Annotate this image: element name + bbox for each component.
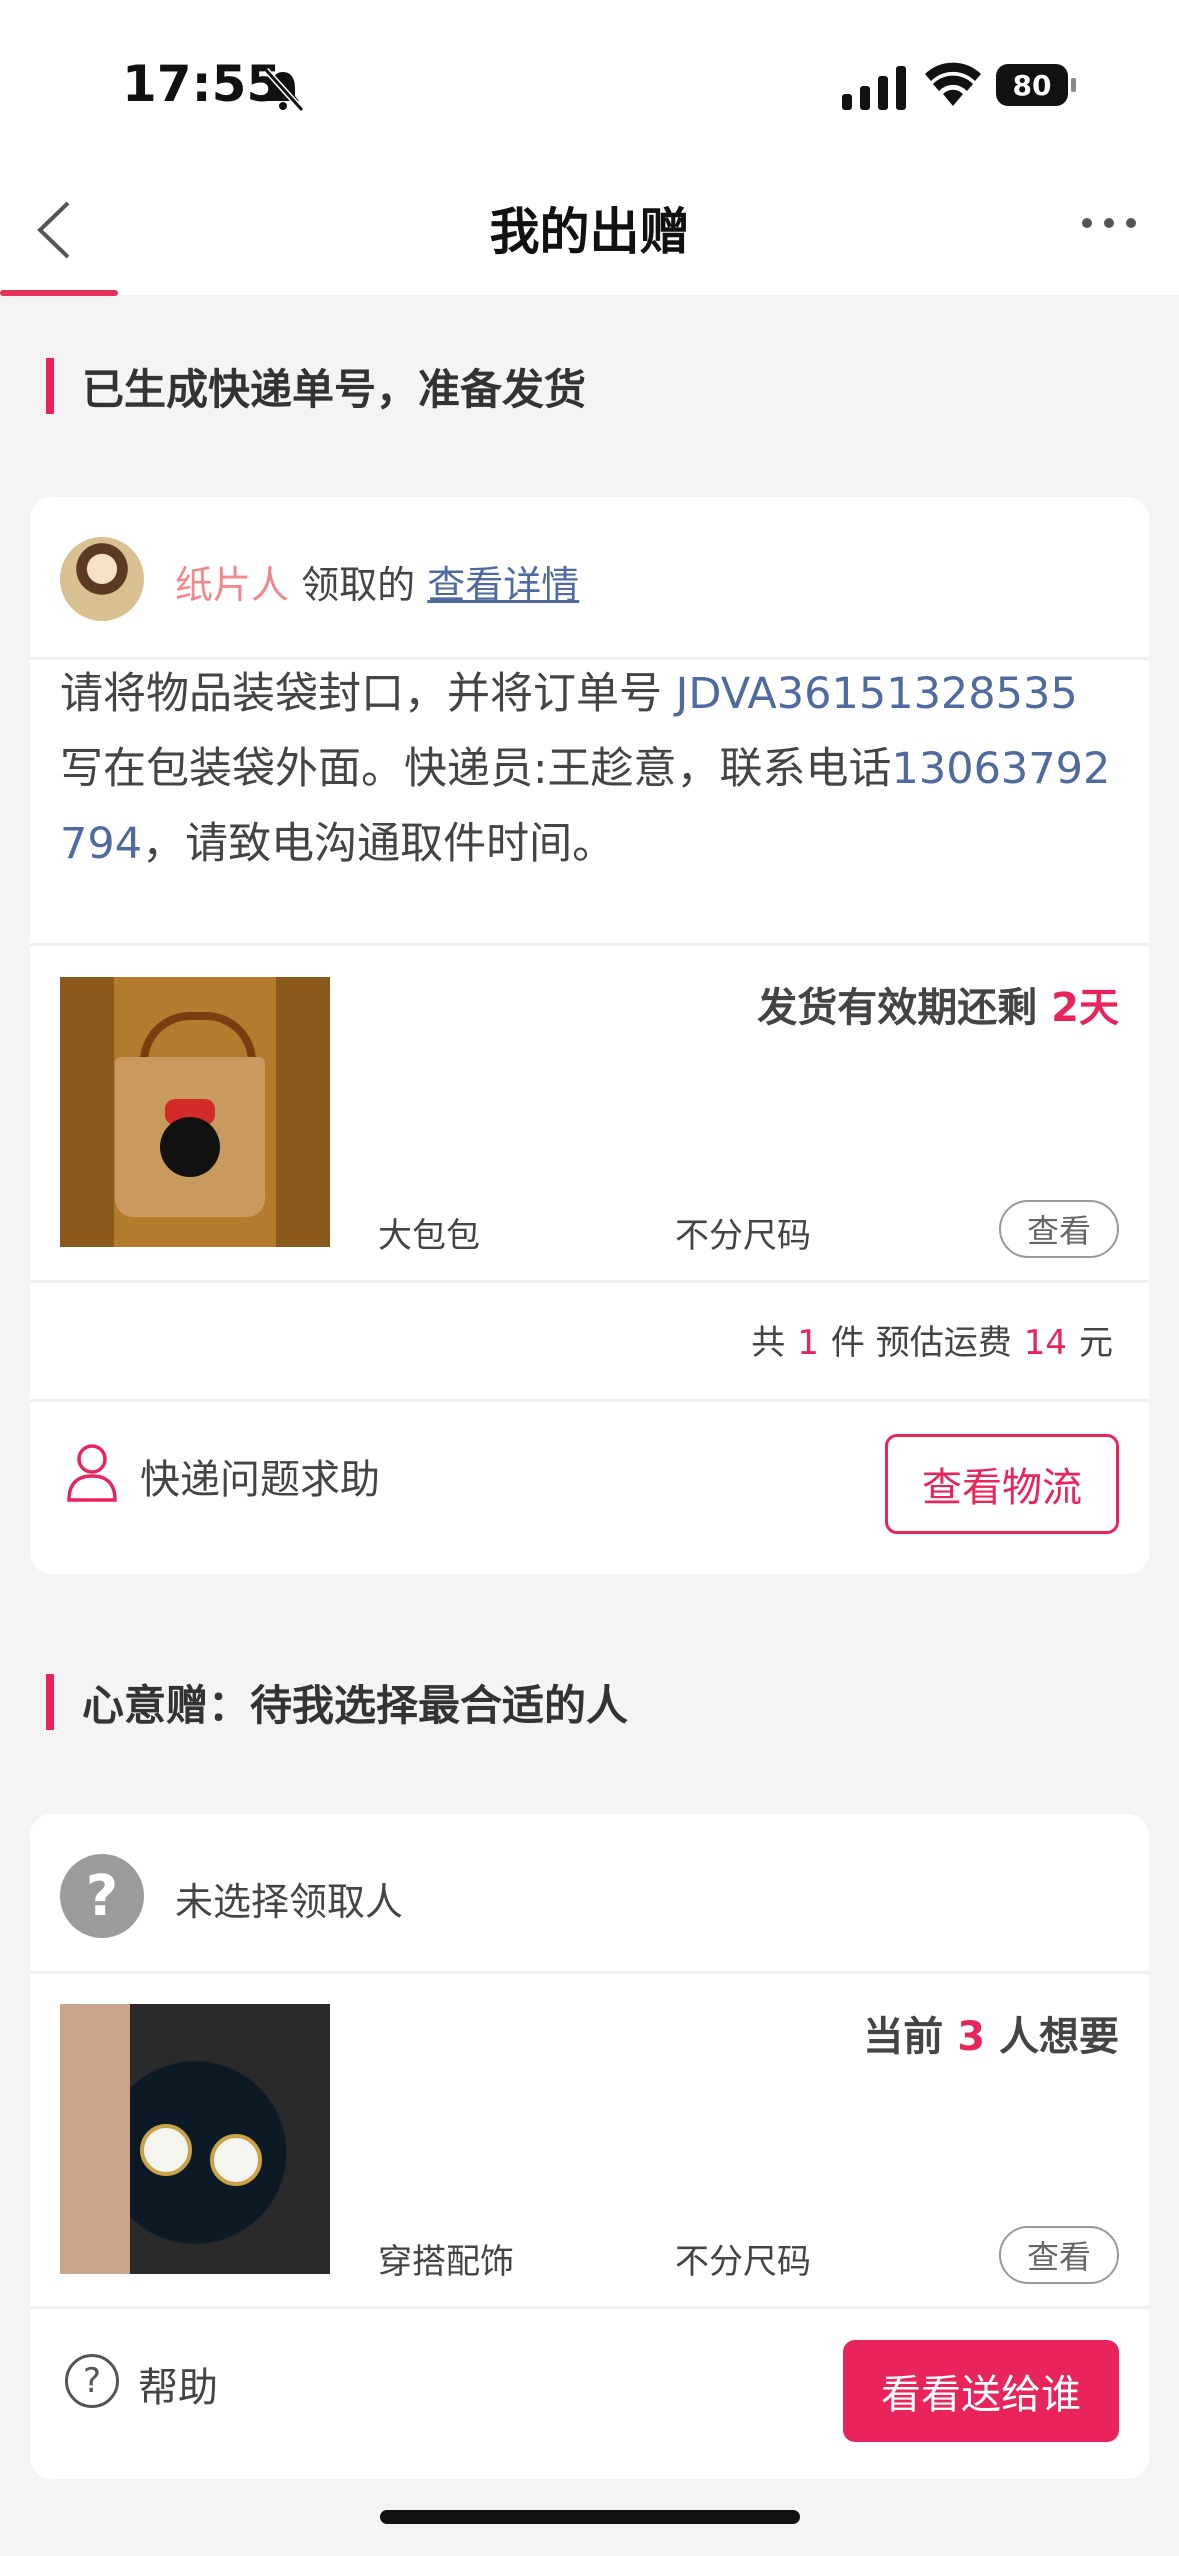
- page-title: 我的出赠: [489, 203, 690, 261]
- nav-indicator: [0, 290, 118, 296]
- divider: [30, 2306, 1149, 2309]
- home-indicator: [380, 2510, 800, 2524]
- section-heading-gift: 心意赠：待我选择最合适的人: [46, 1672, 628, 1733]
- unknown-receiver-avatar: ?: [60, 1854, 144, 1938]
- gift-card: ? 未选择领取人 当前 3 人想要 穿搭配饰 不分尺码 查看 ? 帮助 看看送给…: [30, 1814, 1149, 2479]
- receiver-suffix: 领取的: [301, 563, 416, 607]
- view-details-link[interactable]: 查看详情: [427, 563, 579, 607]
- validity-days: 2天: [1051, 985, 1119, 1031]
- summary-text: 共: [751, 1323, 786, 1363]
- order-summary: 共1 件 预估运费 14 元: [745, 1315, 1119, 1364]
- wanted-text: 当前: [863, 2014, 958, 2060]
- cellular-signal-icon: [842, 66, 906, 110]
- divider: [30, 943, 1149, 946]
- battery-indicator: 80: [996, 64, 1076, 106]
- more-options-icon[interactable]: [1079, 208, 1139, 238]
- instruction-text: 写在包装袋外面。快递员:王趁意，联系电话: [60, 744, 892, 794]
- divider: [30, 1399, 1149, 1402]
- shipping-instruction: 请将物品装袋封口，并将订单号 JDVA36151328535 写在包装袋外面。快…: [60, 657, 1130, 882]
- divider: [30, 1280, 1149, 1283]
- view-item-button[interactable]: 查看: [999, 1200, 1119, 1258]
- wanted-count: 3: [957, 2014, 986, 2060]
- order-number[interactable]: JDVA36151328535: [676, 669, 1078, 719]
- view-logistics-button[interactable]: 查看物流: [885, 1434, 1119, 1534]
- validity-label: 发货有效期还剩: [757, 985, 1052, 1031]
- view-item-button[interactable]: 查看: [999, 2226, 1119, 2284]
- see-who-to-gift-button[interactable]: 看看送给谁: [843, 2340, 1119, 2442]
- person-icon: [67, 1444, 117, 1502]
- instruction-text: 请将物品装袋封口，并将订单号: [60, 669, 676, 719]
- status-bar: 17:55 80: [0, 0, 1179, 160]
- help-icon[interactable]: ?: [65, 2354, 119, 2408]
- shipping-fee: 14: [1023, 1323, 1067, 1363]
- item-thumbnail-bag[interactable]: [60, 977, 330, 1247]
- summary-text: 元: [1079, 1323, 1113, 1363]
- no-receiver-label: 未选择领取人: [175, 1880, 404, 1924]
- wanted-count-label: 当前 3 人想要: [863, 2004, 1119, 2062]
- receiver-avatar[interactable]: [60, 537, 144, 621]
- item-size: 不分尺码: [675, 2242, 811, 2282]
- instruction-text: ，请致电沟通取件时间。: [142, 819, 616, 869]
- item-name: 大包包: [378, 1216, 480, 1256]
- bell-off-icon: [263, 67, 305, 113]
- summary-text: 件 预估运费: [830, 1323, 1012, 1363]
- item-name: 穿搭配饰: [378, 2242, 514, 2282]
- receiver-name[interactable]: 纸片人: [175, 563, 289, 607]
- shipping-card: 纸片人 领取的 查看详情 请将物品装袋封口，并将订单号 JDVA36151328…: [30, 497, 1149, 1574]
- nav-bar: 我的出赠: [0, 160, 1179, 296]
- section-heading-shipping: 已生成快递单号，准备发货: [46, 356, 586, 417]
- help-label[interactable]: 帮助: [138, 2355, 218, 2413]
- item-count: 1: [797, 1323, 819, 1363]
- item-size: 不分尺码: [675, 1216, 811, 1256]
- receiver-line: 纸片人 领取的 查看详情: [175, 554, 579, 609]
- delivery-help-label[interactable]: 快递问题求助: [140, 1447, 380, 1505]
- divider: [30, 1971, 1149, 1974]
- wanted-text: 人想要: [985, 2014, 1119, 2060]
- item-thumbnail-earrings[interactable]: [60, 2004, 330, 2274]
- wifi-icon: [925, 62, 981, 106]
- shipping-validity: 发货有效期还剩 2天: [757, 975, 1119, 1033]
